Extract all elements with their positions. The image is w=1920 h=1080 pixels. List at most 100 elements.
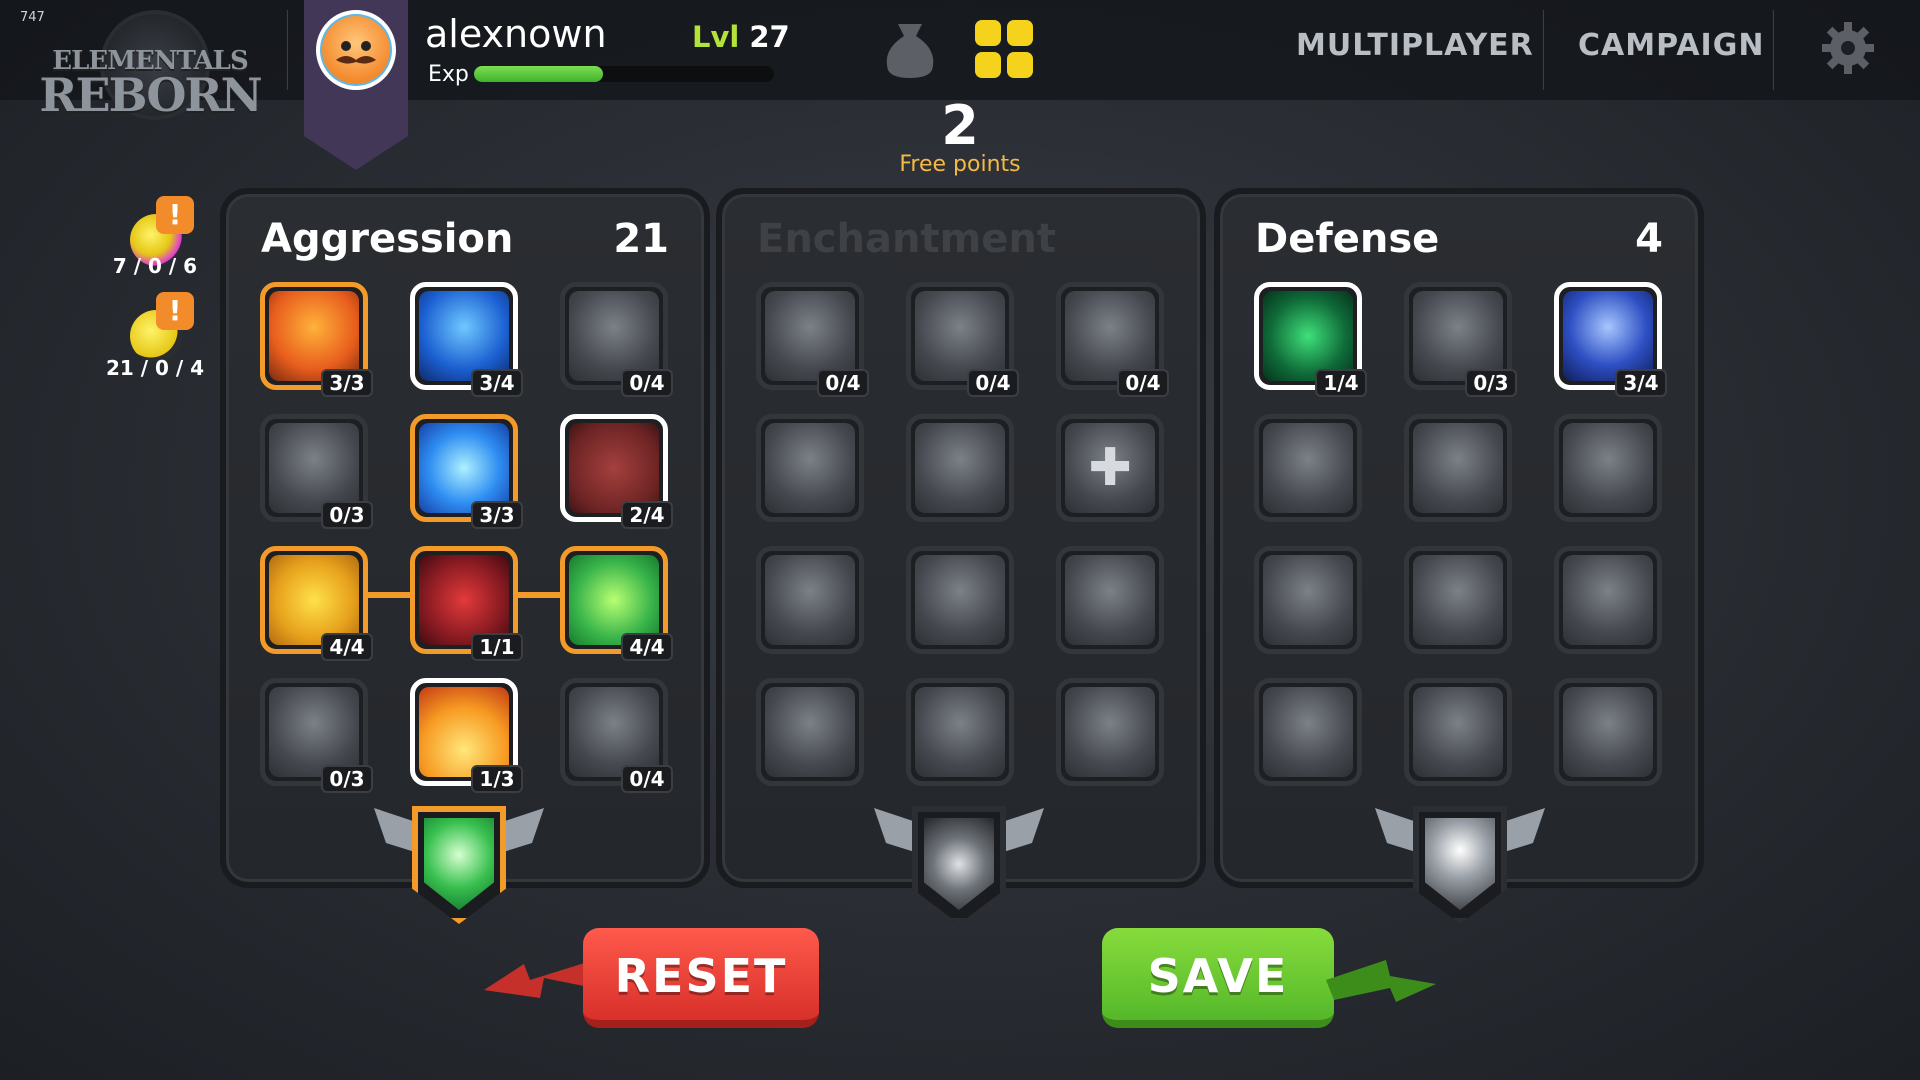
free-points-value: 2 [941,94,979,157]
side-resource-2[interactable]: ! 21 / 0 / 4 [100,292,210,382]
talent-tile[interactable]: 4/4 [560,546,673,661]
pit-icon [915,687,1005,777]
talent-tile[interactable]: 0/4 [560,678,673,793]
defense-ultimate[interactable] [1375,798,1535,968]
side-resource-1[interactable]: ! 7 / 0 / 6 [100,196,210,286]
talent-level: 4/4 [621,633,673,661]
gear-icon [1822,22,1874,74]
talent-tile[interactable] [1404,414,1512,522]
spikes-icon [915,291,1005,381]
talent-tile[interactable]: 0/4 [560,282,673,397]
talent-tile[interactable]: 1/4 [1254,282,1367,397]
sword-icon [765,291,855,381]
money-bag-icon [886,24,934,78]
exp-bar [474,66,774,82]
panel-points: 4 [1635,216,1663,262]
talent-tile[interactable] [1056,546,1164,654]
grid-cell [975,20,1001,46]
game-logo: ELEMENTALS REBORN [30,10,270,150]
divider [286,10,288,90]
talent-tile[interactable]: ✚ [1056,414,1164,522]
bag-icon[interactable] [880,18,940,80]
talent-tile[interactable]: 3/3 [260,282,373,397]
talent-tile[interactable] [1254,678,1362,786]
alert-badge: ! [156,292,194,330]
piggy-bank-icon [1413,555,1503,645]
free-points: 2 Free points [860,94,1060,178]
save-button[interactable]: SAVE [1102,928,1334,1028]
talent-level: 0/4 [817,369,869,397]
talent-tile[interactable]: 0/4 [756,282,869,397]
talent-tile[interactable]: 1/1 [410,546,523,661]
multiplayer-button[interactable]: MULTIPLAYER [1296,28,1534,63]
talent-level: 3/3 [471,501,523,529]
exp-label: Exp [428,62,469,87]
avatar[interactable] [316,10,396,90]
talent-tile[interactable]: 2/4 [560,414,673,529]
aggression-ultimate[interactable] [374,798,534,968]
settings-gear-icon[interactable] [1820,20,1876,76]
talent-level: 2/4 [621,501,673,529]
demon-crowd-icon [419,555,509,645]
orb-icon [1065,687,1155,777]
talent-level: 3/3 [321,369,373,397]
profile-banner[interactable] [304,0,408,170]
talent-tile[interactable] [1554,678,1662,786]
talent-tile[interactable]: 4/4 [260,546,373,661]
talent-level: 0/4 [621,369,673,397]
talent-tile[interactable] [906,546,1014,654]
talent-tile[interactable] [1554,414,1662,522]
fire-crowd-icon [419,687,509,777]
green-bolt-icon [1326,960,1436,1002]
talent-level: 1/4 [1315,369,1367,397]
talent-tile[interactable]: 0/3 [1404,282,1517,397]
talent-tile[interactable] [1404,546,1512,654]
talent-level: 3/4 [1615,369,1667,397]
talent-level: 1/1 [471,633,523,661]
talent-tile[interactable] [756,414,864,522]
talent-tile[interactable]: 1/3 [410,678,523,793]
talent-tile[interactable]: 3/4 [1554,282,1667,397]
enchantment-ultimate[interactable] [874,798,1034,968]
talent-tile[interactable] [1056,678,1164,786]
talent-tile[interactable]: 0/3 [260,678,373,793]
talent-tile[interactable]: 3/3 [410,414,523,529]
talent-tile[interactable] [756,546,864,654]
arrow-up-icon [269,687,359,777]
meteors-icon [1065,555,1155,645]
panel-title: Aggression [261,216,514,262]
meteor-icon [1563,423,1653,513]
talents-grid-icon[interactable] [975,20,1035,80]
claw-marks-icon [915,555,1005,645]
username: alexnown [425,12,607,56]
tower-fire-icon [269,291,359,381]
broken-shield-icon [269,423,359,513]
red-bolt-icon [484,960,594,998]
free-points-label: Free points [899,152,1021,177]
talent-tile[interactable]: 0/3 [260,414,373,529]
talent-tile[interactable]: 0/4 [906,282,1019,397]
talent-tile[interactable] [1554,546,1662,654]
talent-level: 1/3 [471,765,523,793]
cannon-icon [1413,423,1503,513]
talent-tile[interactable]: 3/4 [410,282,523,397]
campaign-button[interactable]: CAMPAIGN [1578,28,1764,63]
talent-tile[interactable]: 0/4 [1056,282,1169,397]
talent-tile[interactable] [906,414,1014,522]
level-value: 27 [749,20,790,54]
talent-tile[interactable] [906,678,1014,786]
talent-tile[interactable] [1254,414,1362,522]
talent-level: 0/4 [1117,369,1169,397]
cross-glyph-icon: ✚ [1088,438,1132,498]
bat-wings-icon [419,291,509,381]
talent-tile[interactable] [756,678,864,786]
reset-button[interactable]: RESET [583,928,819,1028]
crystal-ball-icon [915,423,1005,513]
talent-tile[interactable] [1404,678,1512,786]
talent-tile[interactable] [1254,546,1362,654]
divider [1772,10,1774,90]
talent-level: 4/4 [321,633,373,661]
avatar-face-icon [322,16,390,84]
panel-enchantment: Enchantment 0/4 0/4 0/4 ✚ [716,188,1206,888]
talent-level: 0/3 [1465,369,1517,397]
